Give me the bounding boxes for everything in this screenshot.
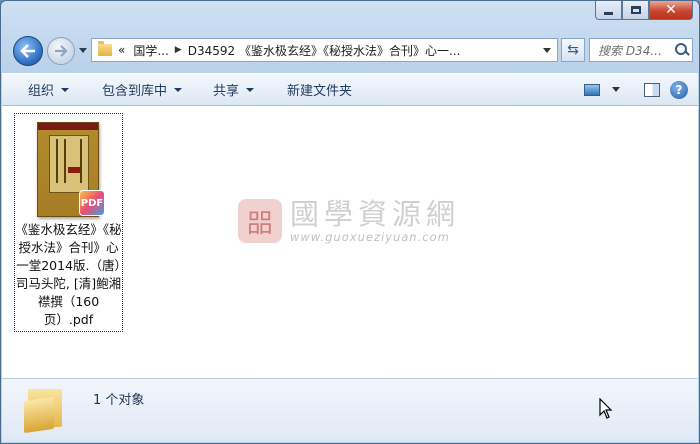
details-pane: 1 个对象 (2, 378, 698, 442)
breadcrumb-item-guoxue[interactable]: 国学... (133, 42, 168, 59)
chevron-down-icon (61, 87, 70, 92)
caption-buttons: ✕ (595, 1, 693, 20)
item-count: 1 个对象 (93, 393, 145, 408)
search-input[interactable]: 搜索 D34... (598, 42, 672, 59)
back-arrow-icon (20, 44, 35, 58)
new-folder-button[interactable]: 新建文件夹 (267, 74, 365, 105)
watermark-seal-icon: 㗊 (238, 199, 282, 243)
forward-arrow-icon (54, 45, 68, 57)
preview-pane-icon[interactable] (644, 82, 660, 97)
close-button[interactable]: ✕ (649, 1, 693, 20)
watermark: 㗊 國學資源網 www.guoxueziyuan.com (238, 198, 460, 244)
maximize-button[interactable] (622, 1, 649, 20)
include-in-library-button[interactable]: 包含到库中 (82, 74, 195, 105)
change-view-icon[interactable] (584, 83, 600, 96)
breadcrumb-separator-icon[interactable]: ▶ (175, 45, 182, 55)
view-controls: ? (584, 74, 688, 105)
refresh-button[interactable]: ⇆ (561, 38, 585, 62)
file-name-label[interactable]: 《鉴水极玄经》《秘授水法》合刊》心一堂2014版.（唐）司马头陀, [清]鲍湘襟… (15, 221, 122, 329)
watermark-url: www.guoxueziyuan.com (290, 230, 450, 244)
chevron-down-icon (174, 87, 183, 92)
minimize-button[interactable] (595, 1, 622, 20)
recent-pages-dropdown[interactable] (79, 48, 87, 53)
navigation-bar: « 国学... ▶ D34592 《鉴水极玄经》《秘授水法》合刊》心一... ⇆… (9, 34, 693, 68)
folder-icon (98, 41, 112, 56)
organize-label: 组织 (28, 84, 55, 99)
breadcrumb-item-current[interactable]: D34592 《鉴水极玄经》《秘授水法》合刊》心一... (188, 42, 461, 59)
forward-button[interactable] (47, 37, 75, 65)
pdf-file-icon: PDF (79, 190, 105, 216)
maximize-icon (630, 6, 641, 14)
share-button[interactable]: 共享 (195, 74, 267, 105)
close-icon: ✕ (665, 2, 677, 18)
watermark-title: 國學資源網 (290, 197, 461, 231)
refresh-icon: ⇆ (567, 42, 579, 58)
address-dropdown-icon[interactable] (543, 48, 551, 53)
help-icon[interactable]: ? (670, 80, 688, 99)
breadcrumb-overflow[interactable]: « (118, 43, 125, 57)
address-bar[interactable]: « 国学... ▶ D34592 《鉴水极玄经》《秘授水法》合刊》心一... (91, 38, 558, 62)
back-button[interactable] (13, 36, 43, 66)
command-bar: 组织 包含到库中 共享 新建文件夹 ? (2, 73, 698, 106)
folder-icon (24, 385, 66, 434)
search-box[interactable]: 搜索 D34... (589, 38, 693, 62)
chevron-down-icon (246, 87, 255, 92)
view-options-dropdown-icon[interactable] (612, 87, 620, 92)
minimize-icon (604, 11, 613, 15)
file-list-area[interactable]: PDF 《鉴水极玄经》《秘授水法》合刊》心一堂2014版.（唐）司马头陀, [清… (2, 106, 698, 378)
file-item-pdf[interactable]: PDF 《鉴水极玄经》《秘授水法》合刊》心一堂2014版.（唐）司马头陀, [清… (14, 113, 123, 332)
share-label: 共享 (213, 84, 240, 99)
new-folder-label: 新建文件夹 (287, 84, 353, 99)
organize-button[interactable]: 组织 (2, 74, 82, 105)
explorer-window: ✕ « 国学... ▶ D34592 《鉴水极玄经》《秘授水法》合刊》心一...… (0, 0, 700, 444)
search-icon[interactable] (672, 40, 692, 60)
include-library-label: 包含到库中 (102, 84, 168, 99)
